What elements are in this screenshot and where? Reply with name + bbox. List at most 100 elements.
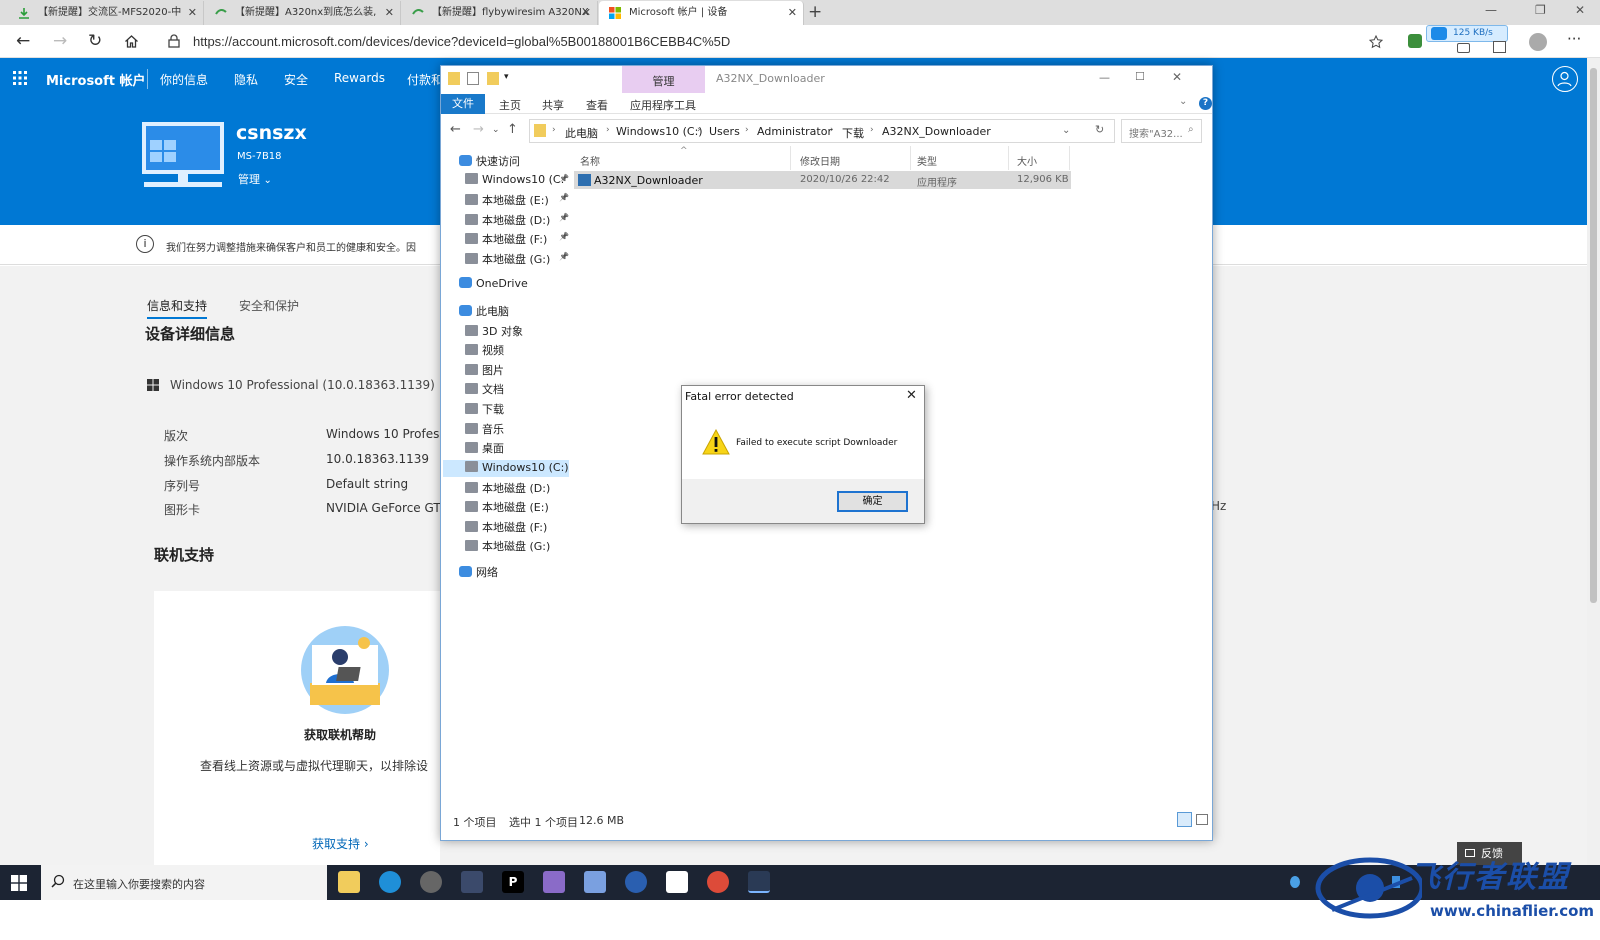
download-speed-badge[interactable]: 125 KB/s bbox=[1426, 25, 1508, 42]
nav-security[interactable]: 安全 bbox=[284, 71, 308, 88]
chrome-icon[interactable] bbox=[707, 871, 729, 893]
column-header-size[interactable]: 大小 bbox=[1017, 153, 1037, 168]
paint-app-icon[interactable] bbox=[543, 871, 565, 893]
nav-rewards[interactable]: Rewards bbox=[334, 71, 385, 85]
browser-tab[interactable]: 【新提醒】交流区-MFS2020-中 ✕ bbox=[8, 1, 204, 25]
browser-tab[interactable]: 【新提醒】flybywiresim A320NX ✕ bbox=[402, 1, 598, 25]
nav-payment[interactable]: 付款和 bbox=[407, 71, 443, 88]
a32nx-downloader-taskbar-icon[interactable] bbox=[748, 871, 770, 893]
headset-app-icon[interactable] bbox=[625, 871, 647, 893]
p-app-icon[interactable]: P bbox=[502, 871, 524, 893]
account-profile-icon[interactable] bbox=[1552, 66, 1578, 92]
extension-icon[interactable] bbox=[1408, 34, 1422, 48]
quick-access-dropdown-icon[interactable]: ▾ bbox=[504, 72, 509, 82]
ribbon-tab-file[interactable]: 文件 bbox=[441, 94, 485, 114]
nav-tree-item[interactable]: 桌面 bbox=[465, 440, 504, 456]
nav-tree-item[interactable]: 视频 bbox=[465, 342, 504, 358]
browser-tab[interactable]: 【新提醒】A320nx到底怎么装, ✕ bbox=[205, 1, 401, 25]
file-row[interactable]: A32NX_Downloader 2020/10/26 22:42 应用程序 1… bbox=[574, 171, 1071, 189]
ribbon-expand-icon[interactable]: ⌄ bbox=[1179, 96, 1187, 107]
column-header-date[interactable]: 修改日期 bbox=[800, 153, 840, 168]
nav-tree-item[interactable]: 文档 bbox=[465, 381, 504, 397]
column-divider[interactable] bbox=[910, 146, 911, 170]
large-icons-view-icon[interactable] bbox=[1196, 814, 1208, 825]
nav-tree-item[interactable]: OneDrive bbox=[459, 277, 528, 290]
ribbon-tab-share[interactable]: 共享 bbox=[542, 97, 564, 113]
maximize-button[interactable]: ☐ bbox=[1135, 70, 1145, 83]
dialog-close-button[interactable]: ✕ bbox=[906, 388, 917, 403]
windows-start-icon[interactable] bbox=[11, 875, 27, 891]
scrollbar-thumb[interactable] bbox=[1590, 68, 1597, 603]
tab-security-protection[interactable]: 安全和保护 bbox=[239, 297, 299, 314]
new-tab-button[interactable]: + bbox=[808, 2, 822, 22]
tab-close-icon[interactable]: ✕ bbox=[582, 1, 591, 25]
nav-privacy[interactable]: 隐私 bbox=[234, 71, 258, 88]
column-divider[interactable] bbox=[790, 146, 791, 170]
plane-app-icon[interactable] bbox=[584, 871, 606, 893]
forward-button[interactable]: → bbox=[473, 122, 484, 137]
ms-account-brand[interactable]: Microsoft 帐户 bbox=[46, 70, 146, 89]
tab-close-icon[interactable]: ✕ bbox=[188, 1, 197, 25]
column-header-type[interactable]: 类型 bbox=[917, 153, 937, 168]
url-field[interactable]: https://account.microsoft.com/devices/de… bbox=[193, 34, 730, 49]
nav-tree-item[interactable]: 本地磁盘 (E:) bbox=[465, 192, 549, 208]
page-scrollbar[interactable] bbox=[1587, 58, 1600, 865]
nav-tree-item[interactable]: 图片 bbox=[465, 362, 504, 378]
breadcrumb-item[interactable]: Windows10 (C:) bbox=[616, 125, 703, 138]
breadcrumb[interactable]: › 此电脑 › Windows10 (C:) › Users › Adminis… bbox=[529, 119, 1115, 143]
ok-button[interactable]: 确定 bbox=[837, 491, 908, 512]
nav-tree-item[interactable]: 下载 bbox=[465, 401, 504, 417]
back-button[interactable]: ← bbox=[450, 122, 461, 137]
minimize-button[interactable]: — bbox=[1099, 71, 1110, 84]
nav-tree-item[interactable]: 快速访问 bbox=[459, 153, 520, 169]
more-menu-icon[interactable]: ··· bbox=[1567, 30, 1581, 48]
manage-context-tab[interactable]: 管理 bbox=[622, 66, 705, 93]
close-window-button[interactable]: ✕ bbox=[1575, 3, 1585, 17]
column-divider[interactable] bbox=[1069, 146, 1070, 170]
explorer-search-input[interactable]: 搜索"A32... ⌕ bbox=[1121, 119, 1202, 143]
breadcrumb-item[interactable]: A32NX_Downloader bbox=[882, 125, 991, 138]
collections-icon[interactable] bbox=[1493, 41, 1506, 53]
nav-tree-item[interactable]: 此电脑 bbox=[459, 303, 509, 319]
breadcrumb-item[interactable]: 下载 bbox=[842, 125, 864, 141]
nav-tree-item[interactable]: Windows10 (C: bbox=[465, 173, 564, 186]
refresh-icon[interactable]: ↻ bbox=[1095, 123, 1104, 136]
forward-button[interactable]: → bbox=[53, 31, 67, 51]
column-divider[interactable] bbox=[1008, 146, 1009, 170]
tab-close-icon[interactable]: ✕ bbox=[385, 1, 394, 25]
chat-icon[interactable] bbox=[1457, 43, 1470, 53]
ribbon-tab-view[interactable]: 查看 bbox=[586, 97, 608, 113]
ribbon-tab-home[interactable]: 主页 bbox=[499, 97, 521, 113]
recent-locations-icon[interactable]: ⌄ bbox=[492, 125, 500, 135]
details-view-icon[interactable] bbox=[1177, 812, 1192, 827]
p3d-app-icon[interactable] bbox=[420, 871, 442, 893]
edge-browser-icon[interactable] bbox=[379, 871, 401, 893]
tab-close-icon[interactable]: ✕ bbox=[788, 1, 797, 25]
help-icon[interactable]: ? bbox=[1199, 97, 1212, 110]
nav-tree-item[interactable]: 本地磁盘 (F:) bbox=[465, 519, 547, 535]
nav-tree-item[interactable]: 本地磁盘 (D:) bbox=[465, 212, 550, 228]
nav-tree-item[interactable]: 本地磁盘 (F:) bbox=[465, 231, 547, 247]
restore-button[interactable]: ❐ bbox=[1535, 3, 1546, 17]
column-header-name[interactable]: 名称 bbox=[580, 153, 600, 168]
properties-icon[interactable] bbox=[467, 72, 479, 85]
chevron-down-icon[interactable]: ⌄ bbox=[1062, 125, 1070, 136]
close-button[interactable]: ✕ bbox=[1172, 70, 1182, 84]
get-support-link[interactable]: 获取支持 › bbox=[312, 835, 369, 852]
breadcrumb-item[interactable]: Users bbox=[709, 125, 740, 138]
refresh-button[interactable]: ↻ bbox=[88, 31, 102, 51]
nav-tree-item[interactable]: 本地磁盘 (E:) bbox=[465, 499, 549, 515]
tab-info-support[interactable]: 信息和支持 bbox=[147, 297, 208, 319]
nav-tree-item[interactable]: Windows10 (C:) bbox=[443, 460, 569, 477]
taskbar-search-input[interactable]: 在这里输入你要搜索的内容 bbox=[41, 865, 327, 900]
breadcrumb-item[interactable]: 此电脑 bbox=[565, 125, 598, 141]
favorite-star-icon[interactable] bbox=[1369, 35, 1383, 49]
nav-your-info[interactable]: 你的信息 bbox=[160, 71, 208, 88]
tray-icon[interactable] bbox=[1290, 876, 1300, 888]
up-button[interactable]: ↑ bbox=[507, 122, 518, 137]
new-folder-icon[interactable] bbox=[487, 72, 499, 85]
nav-tree-item[interactable]: 本地磁盘 (G:) bbox=[465, 251, 550, 267]
back-button[interactable]: ← bbox=[16, 31, 30, 51]
user-avatar-icon[interactable] bbox=[1529, 33, 1547, 51]
nav-tree-item[interactable]: 本地磁盘 (G:) bbox=[465, 538, 550, 554]
